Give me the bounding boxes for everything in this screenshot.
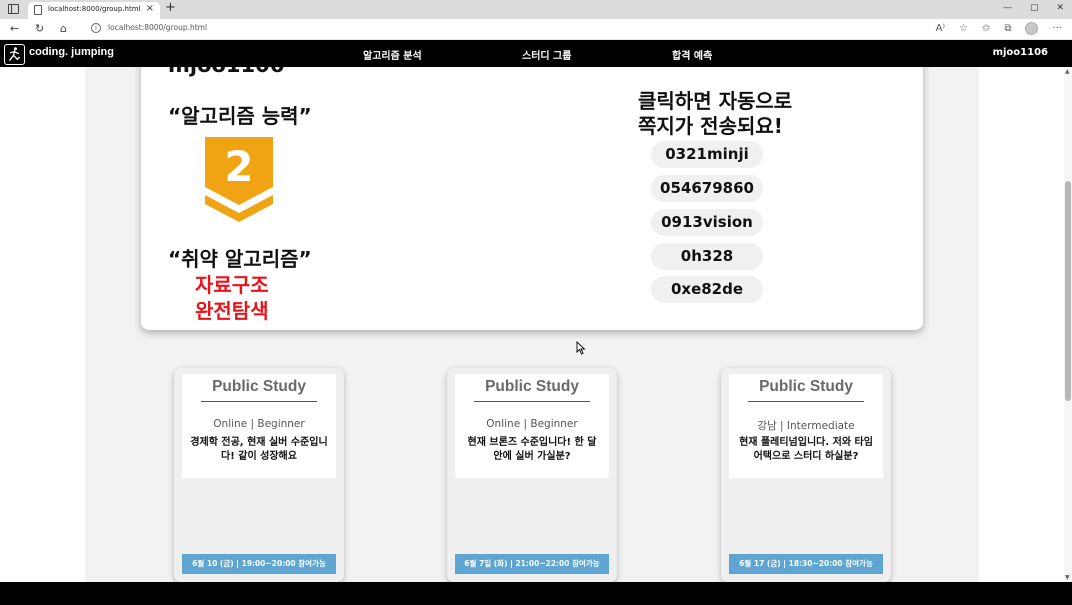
back-button[interactable]: ← — [10, 22, 19, 35]
brand-name[interactable]: coding. jumping — [29, 46, 114, 58]
tab-actions-icon[interactable] — [8, 4, 19, 14]
collections-icon[interactable]: ⧉ — [1004, 23, 1011, 34]
message-title-line: 쪽지가 전송되요! — [638, 114, 783, 138]
study-card[interactable]: Public Study 강남 | Intermediate 현재 플레티넘입니… — [721, 368, 891, 582]
study-divider — [748, 401, 864, 402]
nav-username[interactable]: mjoo1106 — [993, 47, 1048, 58]
study-card-body: Public Study Online | Beginner 경제학 전공, 현… — [182, 374, 336, 478]
weak-algorithm-label: “취약 알고리즘” — [168, 247, 312, 271]
study-schedule-button[interactable]: 6월 10 (금) | 19:00~20:00 참여가능 — [182, 554, 336, 574]
nav-study-group[interactable]: 스터디 그룹 — [522, 47, 571, 62]
message-title: 클릭하면 자동으로 쪽지가 전송되요! — [638, 89, 792, 139]
tab-title: localhost:8000/group.html — [48, 5, 141, 13]
page-scrollbar[interactable]: ▲ ▼ — [1064, 67, 1072, 582]
study-card-body: Public Study 강남 | Intermediate 현재 플레티넘입니… — [729, 374, 883, 478]
nav-pass-prediction[interactable]: 합격 예측 — [672, 47, 712, 62]
study-meta: Online | Beginner — [486, 418, 578, 430]
ability-label: “알고리즘 능력” — [168, 104, 312, 128]
profile-icon[interactable] — [1025, 22, 1039, 35]
browser-tab-bar: localhost:8000/group.html × + — ▢ ✕ — [0, 0, 1072, 19]
scrollbar-thumb[interactable] — [1065, 181, 1071, 401]
browser-toolbar-icons: A⁾ ☆ ✩ ⧉ ··· — [936, 22, 1062, 35]
nav-algorithm-analysis[interactable]: 알고리즘 분석 — [363, 47, 422, 62]
scroll-down-icon[interactable]: ▼ — [1065, 574, 1070, 581]
send-message-button[interactable]: 0913vision — [651, 209, 763, 236]
profile-card: mjoo1106 “알고리즘 능력” 2 “취약 알고리즘” 자료구조 완전탐색… — [141, 67, 923, 330]
site-info-icon[interactable]: i — [91, 23, 101, 33]
close-window-button[interactable]: ✕ — [1056, 3, 1064, 13]
study-card[interactable]: Public Study Online | Beginner 경제학 전공, 현… — [174, 368, 344, 582]
study-card[interactable]: Public Study Online | Beginner 현재 브론즈 수준… — [447, 368, 617, 582]
page-content: mjoo1106 “알고리즘 능력” 2 “취약 알고리즘” 자료구조 완전탐색… — [0, 67, 1064, 582]
maximize-button[interactable]: ▢ — [1030, 3, 1039, 13]
study-title: Public Study — [212, 378, 306, 395]
study-schedule-button[interactable]: 6월 7일 (화) | 21:00~22:00 참여가능 — [455, 554, 609, 574]
study-description: 경제학 전공, 현재 실버 수준입니다! 같이 성장해요 — [190, 437, 328, 462]
minimize-button[interactable]: — — [1003, 3, 1012, 13]
read-aloud-icon[interactable]: A⁾ — [936, 23, 945, 34]
tab-close-icon[interactable]: × — [146, 3, 154, 14]
message-title-line: 클릭하면 자동으로 — [638, 89, 793, 113]
study-description: 현재 브론즈 수준입니다! 한 달안에 실버 가실분? — [467, 437, 597, 462]
study-divider — [474, 401, 590, 402]
study-card-body: Public Study Online | Beginner 현재 브론즈 수준… — [455, 374, 609, 478]
send-message-button[interactable]: 0321minji — [651, 141, 763, 168]
study-meta: Online | Beginner — [213, 418, 305, 430]
study-divider — [201, 401, 317, 402]
more-icon[interactable]: ··· — [1052, 23, 1062, 34]
study-title: Public Study — [759, 378, 853, 395]
logo-icon[interactable] — [4, 44, 25, 65]
home-button[interactable]: ⌂ — [60, 22, 67, 35]
site-navbar: coding. jumping 알고리즘 분석 스터디 그룹 합격 예측 mjo… — [0, 41, 1072, 67]
profile-username: mjoo1106 — [168, 67, 284, 77]
study-schedule-button[interactable]: 6월 17 (금) | 18:30~20:00 참여가능 — [729, 554, 883, 574]
window-controls: — ▢ ✕ — [1003, 3, 1064, 13]
reload-button[interactable]: ↻ — [35, 22, 44, 35]
page-icon — [34, 5, 42, 15]
send-message-button[interactable]: 0h328 — [651, 243, 763, 270]
study-meta: 강남 | Intermediate — [757, 420, 855, 432]
level-badge-icon: 2 — [205, 137, 273, 223]
send-message-button[interactable]: 0xe82de — [651, 276, 763, 303]
address-bar: ← ↻ ⌂ i localhost:8000/group.html A⁾ ☆ ✩… — [0, 19, 1072, 40]
weak-algorithm-item: 완전탐색 — [195, 299, 269, 323]
level-number: 2 — [224, 142, 253, 191]
browser-tab[interactable]: localhost:8000/group.html × — [28, 2, 160, 19]
weak-algorithm-item: 자료구조 — [195, 273, 269, 297]
new-tab-button[interactable]: + — [165, 0, 176, 15]
favorite-icon[interactable]: ☆ — [959, 23, 968, 34]
send-message-button[interactable]: 054679860 — [651, 175, 763, 202]
study-description: 현재 플레티넘입니다. 저와 타임어택으로 스터디 하실분? — [739, 437, 873, 462]
url-text[interactable]: localhost:8000/group.html — [108, 23, 207, 32]
scroll-up-icon[interactable]: ▲ — [1065, 68, 1070, 75]
favorites-list-icon[interactable]: ✩ — [982, 23, 990, 34]
study-title: Public Study — [485, 378, 579, 395]
url-field[interactable]: i localhost:8000/group.html — [84, 21, 919, 37]
